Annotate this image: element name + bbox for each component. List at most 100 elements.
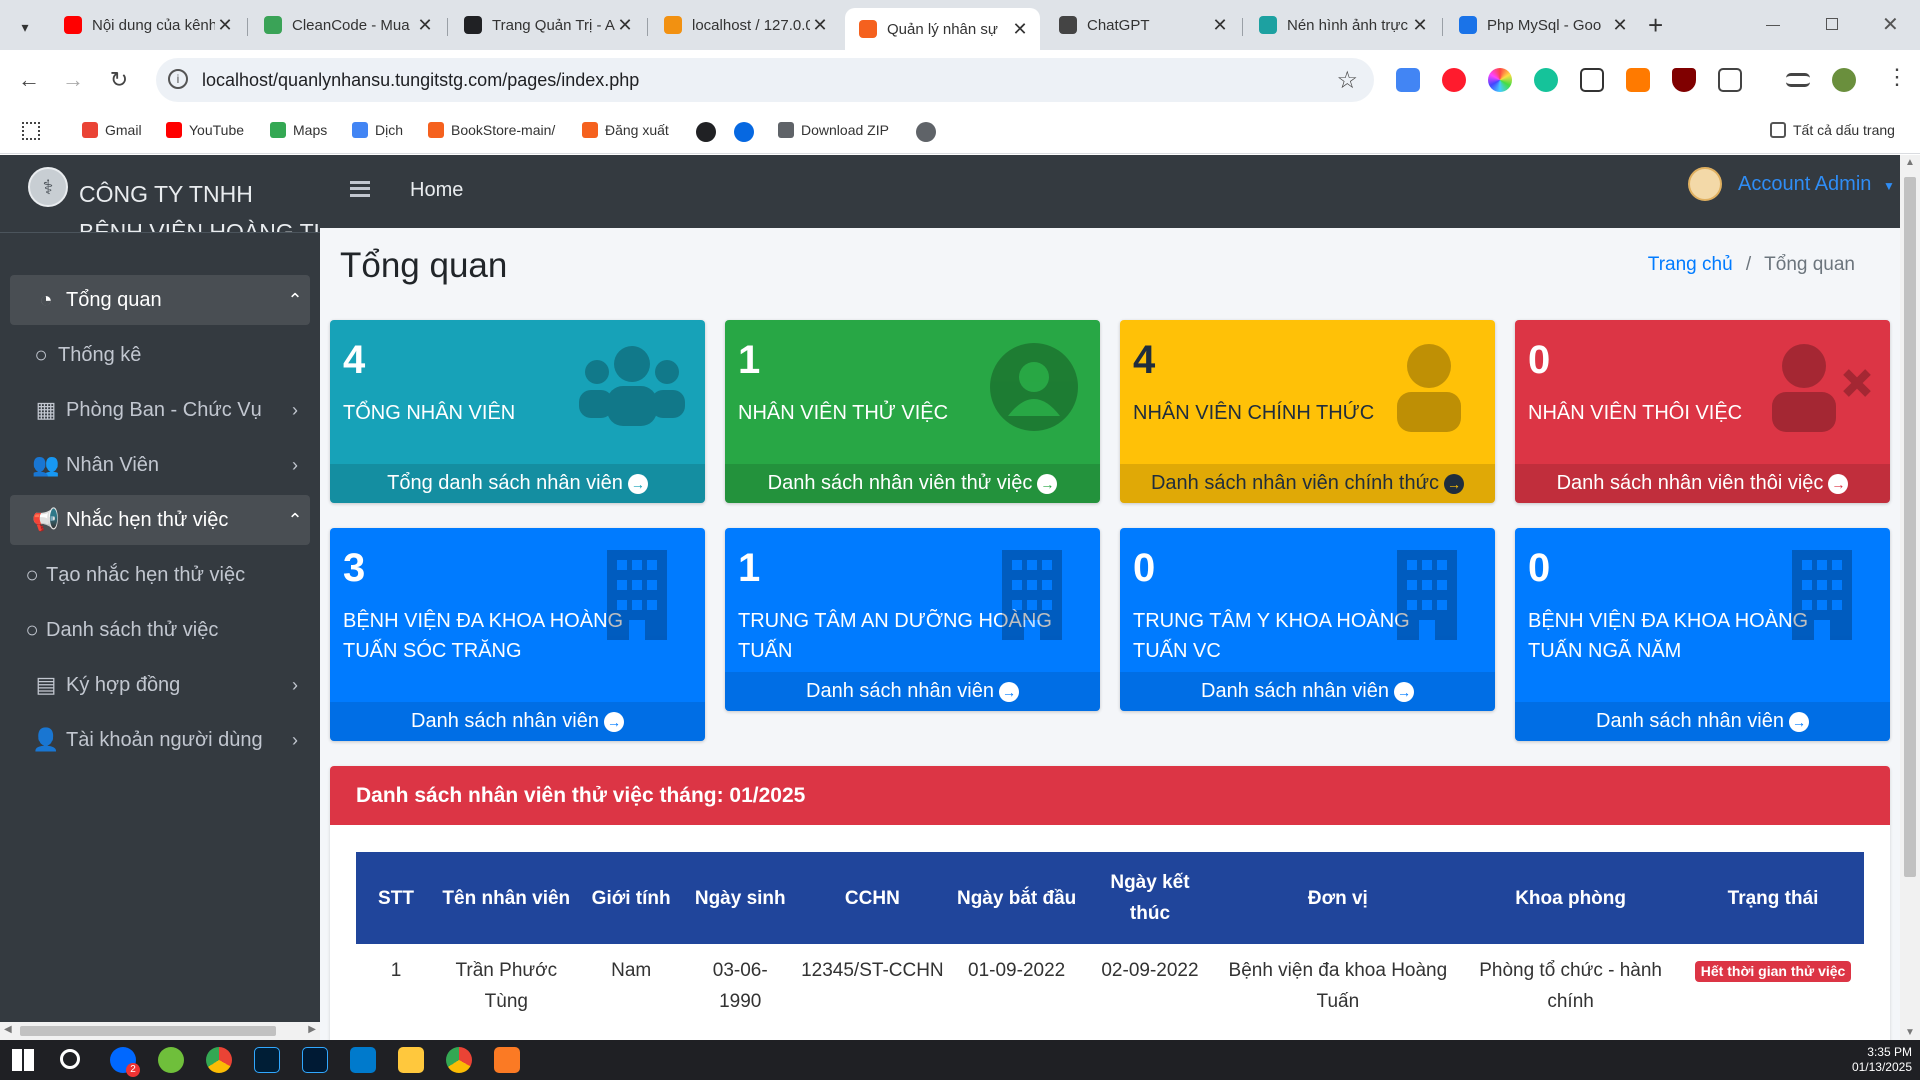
bookmark-item[interactable]: Maps	[270, 122, 327, 138]
stat-box-link[interactable]: Danh sách nhân viên chính thức →	[1120, 464, 1495, 503]
close-window-button[interactable]: ✕	[1882, 12, 1899, 37]
site-info-icon[interactable]: i	[168, 69, 188, 89]
unit-box-link[interactable]: Danh sách nhân viên →	[330, 702, 705, 741]
omnibox[interactable]: i localhost/quanlynhansu.tungitstg.com/p…	[156, 58, 1374, 102]
url-text[interactable]: localhost/quanlynhansu.tungitstg.com/pag…	[202, 70, 639, 91]
sidebar-scroll-thumb[interactable]	[20, 1026, 276, 1036]
lightroom-app-icon[interactable]	[302, 1047, 328, 1073]
table-cell: 03-06-1990	[712, 960, 768, 1012]
tab-close-icon[interactable]: ✕	[1610, 15, 1630, 36]
opera-extension-icon[interactable]	[1442, 68, 1466, 92]
browser-tab[interactable]: CleanCode - Mua ✕	[250, 8, 445, 42]
bookmark-item[interactable]: Dịch	[352, 122, 403, 138]
probation-table: STT Tên nhân viên Giới tính Ngày sinh CCHN Ng…	[356, 852, 1864, 1028]
chrome-app-icon-2[interactable]	[446, 1047, 472, 1073]
breadcrumb-home-link[interactable]: Trang chủ	[1648, 254, 1733, 275]
file-explorer-app-icon[interactable]	[398, 1047, 424, 1073]
sidebar-item[interactable]: 📢 Nhắc hẹn thử việc ⌃	[10, 495, 310, 545]
hamburger-menu-icon[interactable]	[350, 181, 370, 197]
apps-grid-icon[interactable]	[22, 122, 40, 140]
scroll-right-arrow[interactable]: ▶	[308, 1024, 316, 1035]
image-extension-icon[interactable]	[1580, 68, 1604, 92]
search-icon[interactable]	[60, 1049, 80, 1069]
chrome-app-icon[interactable]	[206, 1047, 232, 1073]
stat-box-link[interactable]: Danh sách nhân viên thử việc →	[725, 464, 1100, 503]
xampp-app-icon[interactable]	[494, 1047, 520, 1073]
browser-tab[interactable]: localhost / 127.0.0 ✕	[650, 8, 840, 42]
browser-tab[interactable]: Php MySql - Goo ✕	[1445, 8, 1640, 42]
reload-button[interactable]: ↻	[102, 63, 136, 97]
scroll-left-arrow[interactable]: ◀	[4, 1024, 12, 1035]
minimize-button[interactable]	[1766, 25, 1780, 26]
clock[interactable]: 3:35 PM 01/13/2025	[1838, 1045, 1912, 1075]
sidebar-item[interactable]: 👥 Nhân Viên ›	[10, 440, 310, 490]
all-bookmarks-folder[interactable]: Tất cả dấu trang	[1770, 122, 1895, 138]
translate-extension-icon[interactable]	[1396, 68, 1420, 92]
bookmark-item[interactable]	[696, 122, 716, 142]
browser-menu-icon[interactable]: ⋮	[1886, 64, 1908, 90]
tab-close-icon[interactable]: ✕	[1410, 15, 1430, 36]
anydesk-app-icon[interactable]	[158, 1047, 184, 1073]
sidebar-item[interactable]: ◔ Tổng quan ⌃	[10, 275, 310, 325]
restore-button[interactable]	[1826, 18, 1838, 30]
browser-tab[interactable]: Trang Quản Trị - A ✕	[450, 8, 645, 42]
unit-box-link[interactable]: Danh sách nhân viên →	[1120, 672, 1495, 711]
unit-box-link[interactable]: Danh sách nhân viên →	[1515, 702, 1890, 741]
sidebar-item[interactable]: ○ Tạo nhắc hẹn thử việc	[10, 550, 310, 600]
bookmark-item[interactable]: BookStore-main/	[428, 122, 555, 138]
tab-close-icon[interactable]: ✕	[1010, 19, 1030, 40]
tab-close-icon[interactable]: ✕	[215, 15, 235, 36]
page-scroll-thumb[interactable]	[1904, 177, 1916, 877]
sync-extension-icon[interactable]	[1626, 68, 1650, 92]
zalo-app-icon[interactable]: 2	[110, 1047, 140, 1077]
sidebar-item[interactable]: 👤 Tài khoản người dùng ›	[10, 715, 310, 765]
sidebar-item[interactable]: ▤ Ký hợp đồng ›	[10, 660, 310, 710]
tab-close-icon[interactable]: ✕	[415, 15, 435, 36]
new-tab-button[interactable]: +	[1648, 10, 1663, 41]
sidebar-item[interactable]: ○ Thống kê	[10, 330, 310, 380]
tab-search-button[interactable]: ▾	[12, 14, 38, 40]
bookmark-item[interactable]: Download ZIP	[778, 122, 889, 138]
back-button[interactable]: ←	[12, 63, 46, 97]
grammarly-extension-icon[interactable]	[1534, 68, 1558, 92]
tab-close-icon[interactable]: ✕	[615, 15, 635, 36]
photoshop-app-icon[interactable]	[254, 1047, 280, 1073]
unit-box-link[interactable]: Danh sách nhân viên →	[725, 672, 1100, 711]
browser-tab[interactable]: ChatGPT ✕	[1045, 8, 1240, 42]
stat-box-link[interactable]: Tổng danh sách nhân viên →	[330, 464, 705, 503]
browser-tab[interactable]: Quản lý nhân sự ✕	[845, 8, 1040, 50]
browser-tab[interactable]: Nội dung của kênh ✕	[50, 8, 245, 42]
account-admin-dropdown[interactable]: Account Admin ▼	[1738, 173, 1895, 196]
windows-start-icon[interactable]	[12, 1049, 34, 1071]
sidebar-item[interactable]: ▦ Phòng Ban - Chức Vụ ›	[10, 385, 310, 435]
admin-avatar[interactable]	[1688, 167, 1722, 201]
bookmark-item[interactable]: Đăng xuất	[582, 122, 669, 138]
forward-button[interactable]: →	[56, 63, 90, 97]
scroll-down-arrow[interactable]: ▼	[1905, 1027, 1915, 1038]
stat-box-link[interactable]: Danh sách nhân viên thôi việc →	[1515, 464, 1890, 503]
media-control-icon[interactable]	[1786, 73, 1810, 87]
page-vertical-scrollbar[interactable]: ▲ ▼	[1900, 155, 1920, 1040]
bookmark-item[interactable]: YouTube	[166, 122, 244, 138]
extensions-puzzle-icon[interactable]	[1718, 68, 1742, 92]
bookmark-item[interactable]	[916, 122, 936, 142]
sidebar-horizontal-scrollbar[interactable]: ◀ ▶	[0, 1022, 320, 1040]
tab-title: ChatGPT	[1087, 16, 1150, 34]
unit-box: 1 TRUNG TÂM AN DƯỠNG HOÀNG TUẤN Danh sách …	[725, 528, 1100, 711]
brand-link[interactable]: ⚕ CÔNG TY TNHH BỆNH VIỆN HOÀNG TUẤN	[0, 155, 320, 233]
profile-avatar-icon[interactable]	[1832, 68, 1856, 92]
browser-tab[interactable]: Nén hình ảnh trực ✕	[1245, 8, 1440, 42]
tab-close-icon[interactable]: ✕	[1210, 15, 1230, 36]
bookmark-item[interactable]	[734, 122, 754, 142]
building-icon	[972, 550, 1082, 640]
home-link[interactable]: Home	[410, 179, 463, 202]
ublock-extension-icon[interactable]	[1672, 68, 1696, 92]
sidebar-item[interactable]: ○ Danh sách thử việc	[10, 605, 310, 655]
colorpicker-extension-icon[interactable]	[1488, 68, 1512, 92]
bookmark-star-icon[interactable]: ☆	[1336, 66, 1358, 95]
scroll-up-arrow[interactable]: ▲	[1905, 157, 1915, 168]
bookmark-item[interactable]: Gmail	[82, 122, 142, 138]
vscode-app-icon[interactable]	[350, 1047, 376, 1073]
table-row[interactable]: 1 Trần Phước Tùng Nam 03-06-1990 12345/ST-CC…	[356, 944, 1864, 1028]
tab-close-icon[interactable]: ✕	[810, 15, 830, 36]
